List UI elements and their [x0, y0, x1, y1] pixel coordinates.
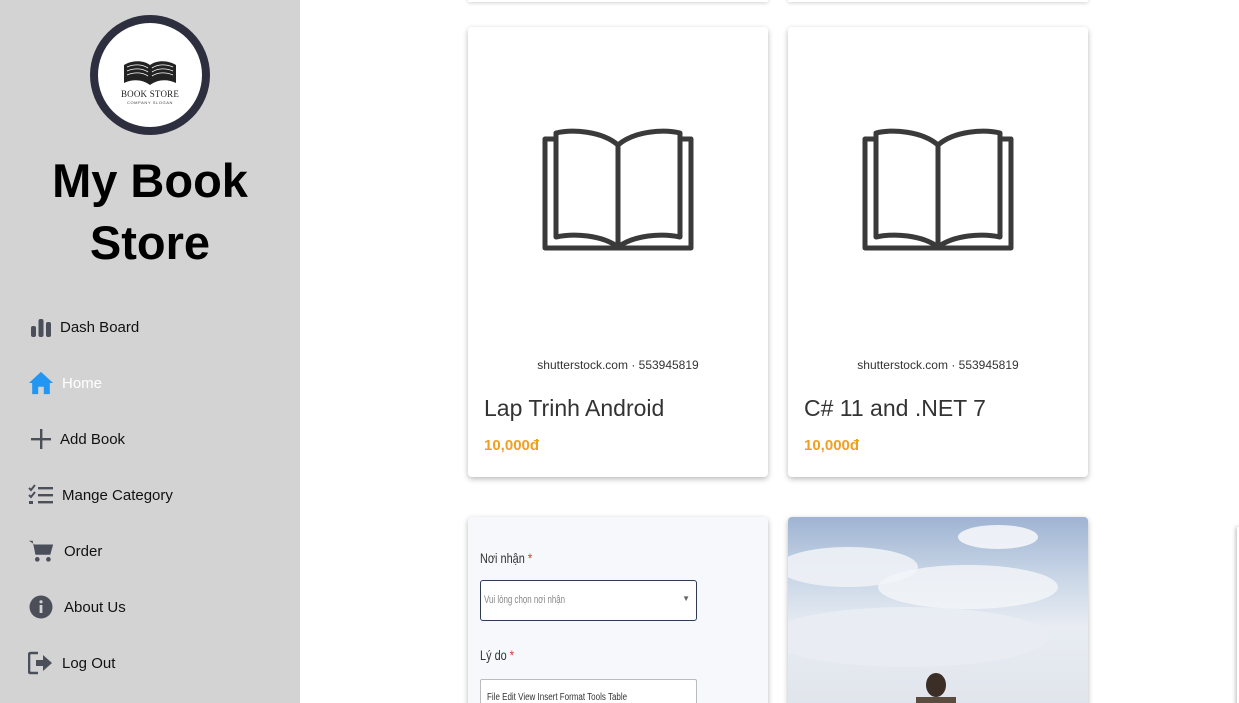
nav-label: Log Out	[62, 654, 116, 672]
nav-item-order[interactable]: Order	[28, 523, 102, 579]
nav-item-home[interactable]: Home	[28, 355, 102, 411]
book-card[interactable]	[788, 517, 1088, 703]
nav-label: Home	[62, 374, 103, 392]
nav-item-add-book[interactable]: Add Book	[28, 411, 125, 467]
book-price: 10,000đ	[804, 437, 860, 454]
nav-item-dashboard[interactable]: Dash Board	[28, 299, 139, 355]
image-watermark: shutterstock.com · 553945819	[537, 358, 699, 372]
book-card[interactable]: shutterstock.com · 553945819 Lap Trinh A…	[468, 27, 768, 477]
open-book-logo-icon	[124, 61, 176, 85]
store-logo[interactable]: BOOK STORE COMPANY SLOGAN	[90, 15, 210, 135]
book-title: C# 11 and .NET 7	[804, 395, 986, 421]
form-image-select: Vui lòng chọn nơi nhận ▼	[480, 580, 697, 621]
nav-label: Add Book	[60, 430, 126, 448]
nav-label: Order	[64, 542, 103, 560]
sidebar: BOOK STORE COMPANY SLOGAN My Book Store …	[0, 0, 300, 703]
app-title: My Book Store	[52, 154, 248, 269]
bar-chart-icon	[28, 314, 54, 340]
home-icon	[28, 370, 54, 396]
plus-icon	[28, 426, 54, 452]
nav-label: Dash Board	[60, 318, 140, 336]
book-card[interactable]: shutterstock.com · 553945819 C# 11 and .…	[788, 27, 1088, 477]
cart-icon	[28, 538, 54, 564]
form-image-select-placeholder: Vui lòng chọn nơi nhận	[484, 594, 566, 606]
book-cover-image: shutterstock.com · 553945819	[468, 27, 768, 387]
nav-item-manage-category[interactable]: Mange Category	[28, 467, 173, 523]
card-top-edge	[468, 0, 768, 2]
form-image-editor-menu: File Edit View Insert Format Tools Table	[487, 692, 628, 703]
book-cover-photo	[788, 525, 1058, 703]
image-watermark: shutterstock.com · 553945819	[857, 358, 1019, 372]
nav-item-about-us[interactable]: About Us	[28, 579, 126, 635]
open-book-icon	[862, 128, 1014, 251]
logo-title: BOOK STORE	[120, 89, 180, 99]
form-image-label-reason: Lý do *	[480, 647, 515, 663]
checklist-icon	[28, 482, 54, 508]
nav-label: Mange Category	[62, 486, 173, 504]
nav-item-log-out[interactable]: Log Out	[28, 635, 115, 691]
nav-label: About Us	[64, 598, 126, 616]
logout-icon	[28, 650, 54, 676]
form-image-label-recipient: Nơi nhận *	[480, 550, 533, 566]
open-book-icon	[542, 128, 694, 251]
form-image-editor: File Edit View Insert Format Tools Table	[480, 679, 697, 703]
book-price: 10,000đ	[484, 437, 540, 454]
info-icon	[28, 594, 54, 620]
book-title: Lap Trinh Android	[484, 395, 665, 421]
chevron-down-icon: ▼	[682, 594, 690, 603]
card-top-edge	[788, 0, 1088, 2]
logo-subtitle: COMPANY SLOGAN	[126, 100, 174, 105]
book-card[interactable]: Nơi nhận * Vui lòng chọn nơi nhận ▼ Lý d…	[468, 517, 768, 703]
book-cover-image: shutterstock.com · 553945819	[788, 27, 1088, 387]
